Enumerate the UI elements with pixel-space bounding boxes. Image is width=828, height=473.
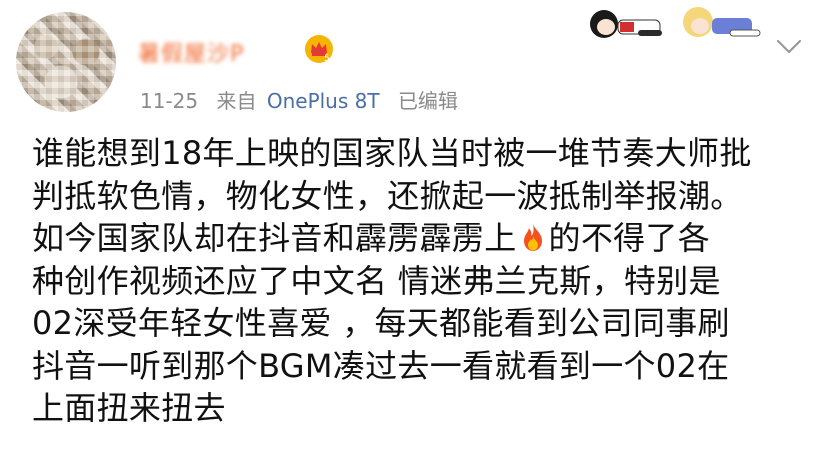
fire-icon: [523, 224, 542, 251]
crown-icon[interactable]: 5: [304, 34, 334, 64]
source-prefix: 来自: [216, 89, 257, 113]
post-date: 11-25: [140, 89, 199, 113]
weibo-post: 暑假屋沙P 5 11-25 来自 OnePlus 8T 已编辑 谁能想到18年上…: [0, 0, 828, 473]
username[interactable]: 暑假屋沙P: [138, 36, 244, 68]
content-line: 02深受年轻女性喜爱 ，每天都能看到公司同事刷: [32, 304, 730, 342]
source-device-link[interactable]: OnePlus 8T: [267, 89, 380, 113]
anime-sticker-decoration: [590, 7, 761, 38]
content-line: 谁能想到18年上映的国家队当时被一堆节奏大师批: [32, 134, 752, 172]
vip-level: 5: [324, 54, 330, 64]
content-line: 种创作视频还应了中文名 情迷弗兰克斯，特别是: [32, 261, 721, 300]
content-line: 上面扭来扭去: [32, 389, 226, 427]
content-line: 判抵软色情，物化女性，还掀起一波抵制举报潮。: [32, 176, 743, 215]
content-line: 的不得了各: [548, 219, 711, 257]
chevron-down-icon[interactable]: [776, 38, 802, 56]
edited-label[interactable]: 已编辑: [398, 89, 458, 113]
avatar[interactable]: [16, 12, 116, 112]
content-line: 抖音一听到那个BGM凑过去一看就看到一个02在: [32, 346, 730, 385]
content-line: 如今国家队却在抖音和霹雳霹雳上: [32, 219, 517, 257]
post-content: 谁能想到18年上映的国家队当时被一堆节奏大师批 判抵软色情，物化女性，还掀起一波…: [32, 132, 817, 430]
post-meta: 11-25 来自 OnePlus 8T 已编辑: [140, 85, 470, 114]
